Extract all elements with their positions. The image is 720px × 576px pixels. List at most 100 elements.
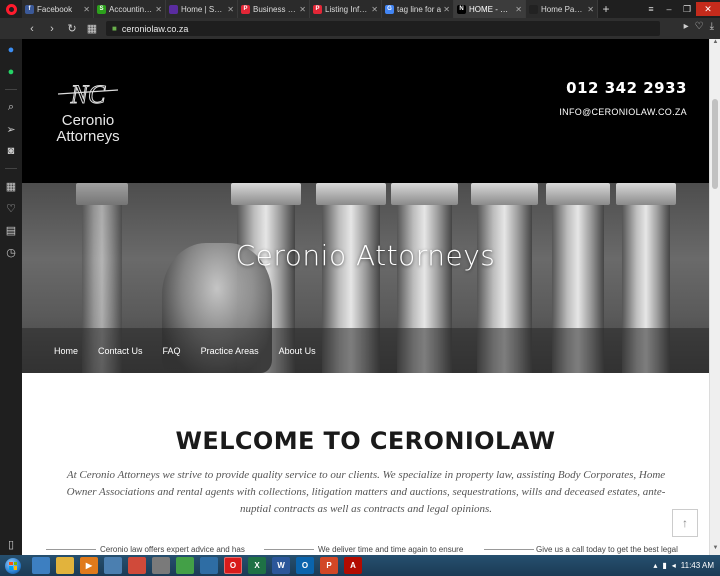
taskbar-excel-icon[interactable]: X	[248, 557, 266, 574]
browser-tab[interactable]: PListing Info | S✕	[310, 0, 382, 18]
send-icon[interactable]: ➢	[0, 118, 22, 140]
tab-favicon-icon: f	[25, 4, 34, 14]
taskbar-outlook-icon[interactable]: O	[296, 557, 314, 574]
taskbar-word-icon[interactable]: W	[272, 557, 290, 574]
feature-card-text: Ceronio law offers expert advice and has	[100, 545, 245, 554]
bookmark-heart-icon[interactable]: ♡	[695, 21, 704, 32]
tab-favicon-icon	[529, 4, 538, 14]
taskbar-folder-icon[interactable]	[56, 557, 74, 574]
tab-close-icon[interactable]: ✕	[227, 5, 234, 14]
taskbar-app4-icon[interactable]	[104, 557, 122, 574]
tab-close-icon[interactable]: ✕	[443, 5, 450, 14]
logo-initials: NC	[70, 80, 106, 109]
tab-title: Home Page -	[541, 4, 586, 14]
network-icon[interactable]: ▮	[662, 561, 666, 570]
scroll-up-icon[interactable]: ▲	[710, 39, 720, 49]
camera-icon[interactable]: ◙	[0, 140, 22, 162]
browser-tab[interactable]: Home | Speed✕	[166, 0, 238, 18]
site-logo[interactable]: NC Ceronio Attorneys	[52, 77, 124, 147]
taskbar-app8-icon[interactable]	[200, 557, 218, 574]
browser-tab[interactable]: Home Page - ✕	[526, 0, 598, 18]
tab-title: Business Profi	[253, 4, 297, 14]
page-scrollbar[interactable]: ▲ ▼	[709, 39, 720, 555]
welcome-text: At Ceronio Attorneys we strive to provid…	[66, 469, 666, 515]
tab-menu-icon[interactable]: ≡	[642, 2, 660, 16]
download-icon[interactable]: ⤓	[710, 21, 714, 32]
tab-favicon-icon: P	[313, 4, 322, 14]
start-button[interactable]	[0, 555, 26, 576]
phone-number[interactable]: 012 342 2933	[559, 79, 687, 97]
url-field[interactable]: ■ ceroniolaw.co.za	[106, 21, 660, 36]
scroll-down-icon[interactable]: ▼	[710, 545, 720, 555]
address-bar-row: ‹ › ↻ ▦ ■ ceroniolaw.co.za ▸ ♡ ⤓	[0, 18, 720, 39]
feature-card-text: Give us a call today to get the best leg…	[536, 545, 678, 554]
volume-icon[interactable]: ◂	[672, 561, 676, 570]
email-address[interactable]: INFO@CERONIOLAW.CO.ZA	[559, 107, 687, 117]
tab-close-icon[interactable]: ✕	[155, 5, 162, 14]
tab-close-icon[interactable]: ✕	[371, 5, 378, 14]
vpn-icon[interactable]: ▸	[684, 21, 689, 32]
speed-dial-icon[interactable]: ▦	[86, 22, 98, 35]
apps-grid-icon[interactable]: ▦	[0, 175, 22, 197]
nav-link-faq[interactable]: FAQ	[163, 346, 181, 356]
tab-title: tag line for a	[397, 4, 442, 14]
nav-link-contact-us[interactable]: Contact Us	[98, 346, 143, 356]
welcome-section: WELCOME TO CERONIOLAW At Ceronio Attorne…	[22, 373, 709, 555]
forward-icon[interactable]: ›	[46, 23, 58, 35]
taskbar-media-icon[interactable]: ▶	[80, 557, 98, 574]
restore-button[interactable]: ❐	[678, 2, 696, 16]
browser-tab[interactable]: f Facebook ✕	[22, 0, 94, 18]
heart-icon[interactable]: ♡	[0, 197, 22, 219]
tab-favicon-icon: S	[97, 4, 106, 14]
nav-link-home[interactable]: Home	[54, 346, 78, 356]
opera-menu-button[interactable]	[0, 0, 22, 18]
tab-close-icon[interactable]: ✕	[587, 5, 594, 14]
tab-title: HOME - Cero	[469, 4, 514, 14]
tab-favicon-icon	[169, 4, 178, 14]
tab-close-icon[interactable]: ✕	[299, 5, 306, 14]
taskbar-acrobat-icon[interactable]: A	[344, 557, 362, 574]
whatsapp-icon[interactable]: ●	[0, 61, 22, 83]
scrollbar-thumb[interactable]	[712, 99, 718, 189]
card-divider	[484, 549, 534, 550]
taskbar-explorer-icon[interactable]	[32, 557, 50, 574]
news-icon[interactable]: ▤	[0, 219, 22, 241]
browser-tab[interactable]: PBusiness Profi✕	[238, 0, 310, 18]
tray-arrow-icon[interactable]: ▴	[653, 561, 657, 570]
new-tab-button[interactable]: +	[598, 0, 614, 18]
back-icon[interactable]: ‹	[26, 23, 38, 35]
nav-link-practice-areas[interactable]: Practice Areas	[201, 346, 259, 356]
taskbar-app6-icon[interactable]	[152, 557, 170, 574]
sidebar-settings-icon[interactable]: ▯	[0, 533, 22, 555]
taskbar-app7-icon[interactable]	[176, 557, 194, 574]
taskbar-opera-icon[interactable]: O	[224, 557, 242, 574]
clock[interactable]: 11:43 AM	[681, 561, 714, 570]
tab-close-icon[interactable]: ✕	[515, 5, 522, 14]
browser-tab[interactable]: N HOME - Cero ✕	[454, 0, 526, 18]
sidebar-divider	[5, 168, 17, 169]
welcome-heading: WELCOME TO CERONIOLAW	[175, 427, 556, 455]
nav-link-about-us[interactable]: About Us	[279, 346, 316, 356]
logo-line-1: Ceronio	[61, 112, 115, 129]
taskbar-chrome-like-icon[interactable]	[128, 557, 146, 574]
back-to-top-button[interactable]: ↑	[672, 509, 698, 537]
search-icon[interactable]: ⌕	[0, 96, 22, 118]
browser-tab[interactable]: S Accounting - ✕	[94, 0, 166, 18]
history-clock-icon[interactable]: ◷	[0, 241, 22, 263]
close-window-button[interactable]: ✕	[696, 2, 720, 16]
opera-sidebar: ● ● ⌕ ➢ ◙ ▦ ♡ ▤ ◷ ▯	[0, 39, 22, 555]
tab-close-icon[interactable]: ✕	[83, 5, 90, 14]
messenger-icon[interactable]: ●	[0, 39, 22, 61]
browser-tab[interactable]: Gtag line for a ✕	[382, 0, 454, 18]
lock-icon: ■	[112, 24, 117, 33]
system-tray: ▴ ▮ ◂ 11:43 AM	[653, 561, 720, 570]
minimize-button[interactable]: –	[660, 2, 678, 16]
window-controls: ≡ – ❐ ✕	[642, 0, 720, 18]
tab-title: Home | Speed	[181, 4, 225, 14]
card-divider	[264, 549, 314, 550]
taskbar-powerpoint-icon[interactable]: P	[320, 557, 338, 574]
tab-title: Accounting -	[109, 4, 154, 14]
tab-favicon-icon: P	[241, 4, 250, 14]
reload-icon[interactable]: ↻	[66, 22, 78, 35]
page-viewport: NC Ceronio Attorneys 012 342 2933 INFO@C…	[22, 39, 709, 555]
